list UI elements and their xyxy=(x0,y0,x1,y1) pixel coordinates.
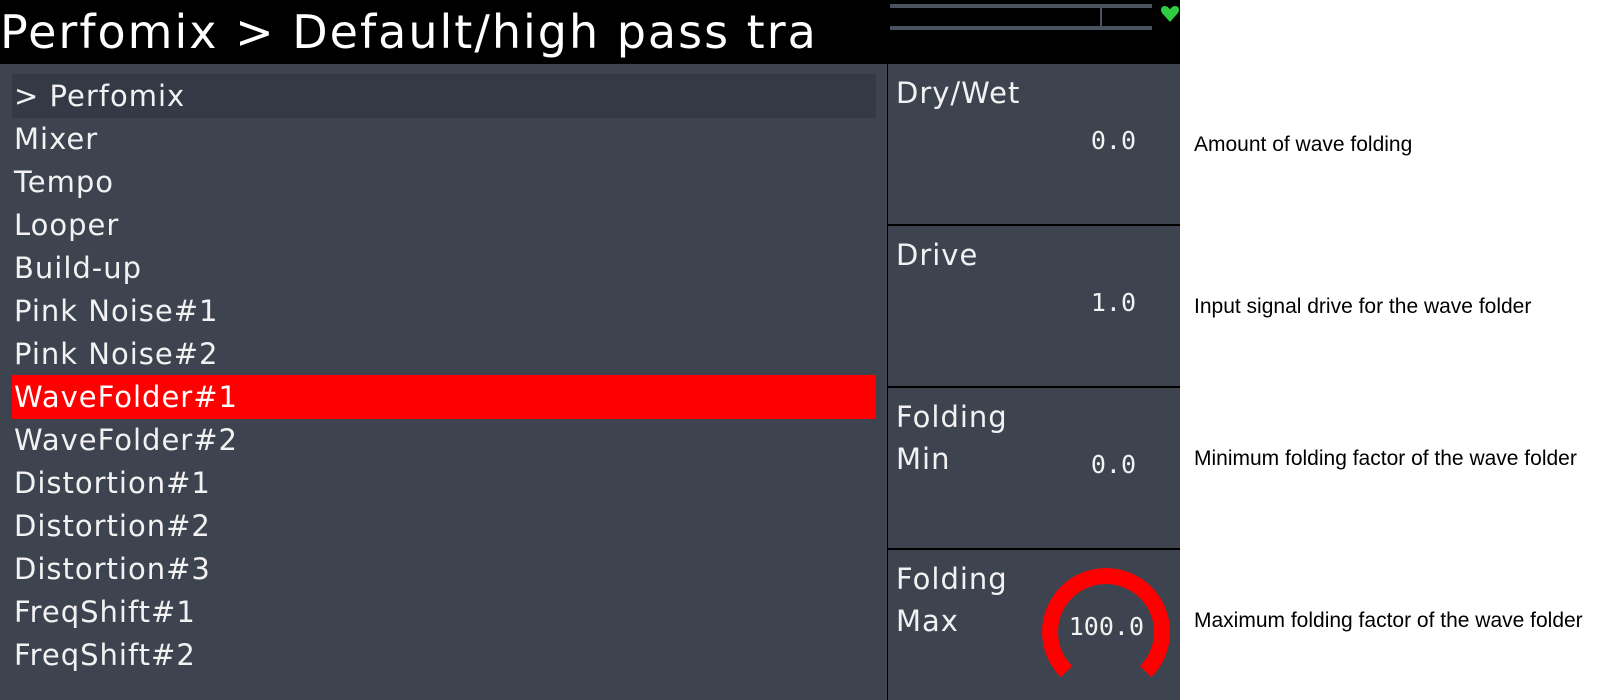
level-meters xyxy=(888,0,1180,64)
menu-item-freqshift-2[interactable]: FreqShift#2 xyxy=(12,633,876,677)
heart-icon xyxy=(1161,6,1179,22)
param-description-drive: Input signal drive for the wave folder xyxy=(1194,295,1532,318)
menu-item-mixer[interactable]: Mixer xyxy=(12,117,876,161)
menu-item-pink-noise-2[interactable]: Pink Noise#2 xyxy=(12,332,876,376)
param-description-dry-wet: Amount of wave folding xyxy=(1194,133,1413,156)
param-name: Drive xyxy=(896,238,979,272)
param-value: 0.0 xyxy=(1090,126,1136,155)
param-description-folding-max: Maximum folding factor of the wave folde… xyxy=(1194,609,1583,632)
menu-item-wavefolder-1[interactable]: WaveFolder#1 xyxy=(12,375,876,419)
menu-item-distortion-1[interactable]: Distortion#1 xyxy=(12,461,876,505)
param-name: Folding Min xyxy=(896,400,1008,476)
menu-item-perfomix[interactable]: > Perfomix xyxy=(12,74,876,118)
menu-item-looper[interactable]: Looper xyxy=(12,203,876,247)
menu-item-build-up[interactable]: Build-up xyxy=(12,246,876,290)
module-menu: > Perfomix Mixer Tempo Looper Build-up P… xyxy=(0,64,887,700)
page-title: Perfomix > Default/high pass tra xyxy=(0,5,818,59)
param-value: 1.0 xyxy=(1090,288,1136,317)
menu-item-distortion-3[interactable]: Distortion#3 xyxy=(12,547,876,591)
menu-item-wavefolder-2[interactable]: WaveFolder#2 xyxy=(12,418,876,462)
menu-item-distortion-2[interactable]: Distortion#2 xyxy=(12,504,876,548)
param-folding-max[interactable]: Folding Max 100.0 xyxy=(888,550,1180,700)
param-folding-min[interactable]: Folding Min 0.0 xyxy=(888,388,1180,548)
param-name: Dry/Wet xyxy=(896,76,1021,110)
param-name: Folding Max xyxy=(896,562,1008,638)
menu-item-tempo[interactable]: Tempo xyxy=(12,160,876,204)
meter-bar-top xyxy=(890,4,1152,8)
menu-item-freqshift-1[interactable]: FreqShift#1 xyxy=(12,590,876,634)
param-description-folding-min: Minimum folding factor of the wave folde… xyxy=(1194,447,1577,470)
param-dry-wet[interactable]: Dry/Wet 0.0 xyxy=(888,64,1180,224)
meter-tick xyxy=(1100,4,1102,30)
param-drive[interactable]: Drive 1.0 xyxy=(888,226,1180,386)
param-value: 100.0 xyxy=(1068,612,1144,641)
menu-item-pink-noise-1[interactable]: Pink Noise#1 xyxy=(12,289,876,333)
title-bar: Perfomix > Default/high pass tra xyxy=(0,0,888,64)
parameter-panel: Dry/Wet 0.0 Drive 1.0 Folding Min 0.0 Fo… xyxy=(888,64,1180,700)
meter-bar-bottom xyxy=(890,26,1152,30)
param-value: 0.0 xyxy=(1090,450,1136,479)
app-window: Perfomix > Default/high pass tra > Perfo… xyxy=(0,0,1180,700)
